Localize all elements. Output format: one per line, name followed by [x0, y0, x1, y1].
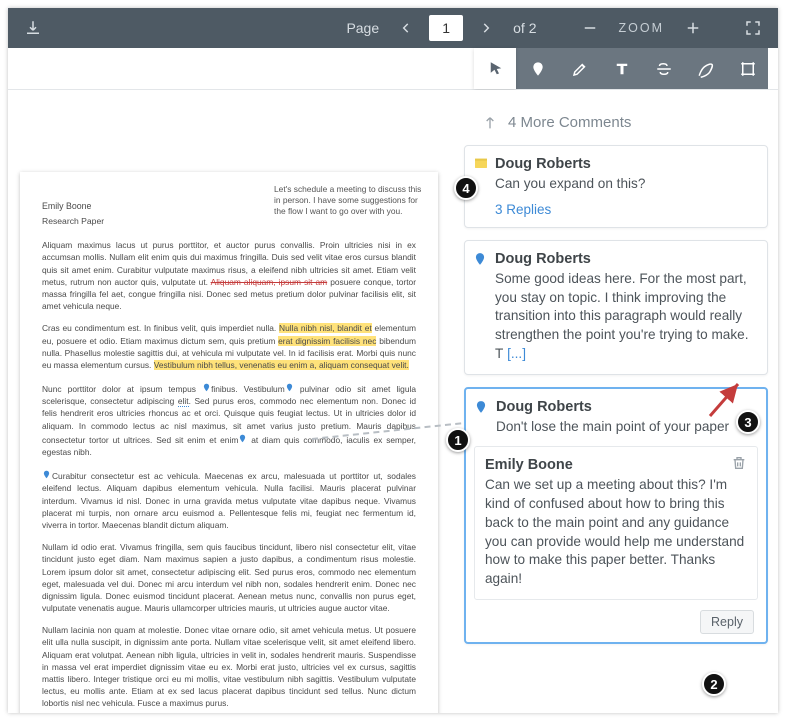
paragraph: Nunc porttitor dolor at ipsum tempus fin… — [42, 381, 416, 458]
callout-marker: 1 — [446, 428, 470, 452]
note-icon — [473, 156, 489, 172]
underlined-text: elit — [178, 396, 189, 407]
pin-icon — [474, 399, 490, 415]
margin-note: Let's schedule a meeting to discuss this… — [274, 184, 424, 217]
document-page[interactable]: Let's schedule a meeting to discuss this… — [20, 172, 438, 713]
callout-marker: 4 — [454, 176, 478, 200]
highlighted-text: erat dignissim facilisis nec — [278, 336, 376, 346]
paragraph: Nullam id odio erat. Vivamus fringilla, … — [42, 541, 416, 614]
comment-card-active[interactable]: Doug Roberts Don't lose the main point o… — [464, 387, 768, 644]
expand-link[interactable]: [...] — [503, 346, 526, 361]
comment-card[interactable]: Doug Roberts Can you expand on this? 3 R… — [464, 145, 768, 228]
pin-icon — [238, 433, 247, 447]
pin-tool-icon[interactable] — [516, 48, 558, 89]
paragraph: Curabitur consectetur est ac vehicula. M… — [42, 468, 416, 531]
callout-marker: 2 — [702, 672, 726, 696]
zoom-in-icon[interactable] — [676, 13, 710, 43]
zoom-label: ZOOM — [613, 21, 671, 35]
main-toolbar: Page of 2 ZOOM — [8, 8, 778, 48]
page-label: Page — [342, 20, 383, 36]
callout-marker: 3 — [736, 410, 760, 434]
page-input[interactable] — [429, 15, 463, 41]
strike-tool-icon[interactable] — [642, 48, 684, 89]
text-tool-icon[interactable] — [600, 48, 642, 89]
pin-icon — [202, 382, 211, 396]
area-tool-icon[interactable] — [726, 48, 768, 89]
pointer-tool-icon[interactable] — [474, 48, 516, 89]
comment-body: Some good ideas here. For the most part,… — [495, 270, 755, 364]
reply-author: Emily Boone — [485, 457, 747, 473]
highlighted-text: Vestibulum nibh tellus, venenatis eu eni… — [154, 360, 409, 370]
comment-card[interactable]: Doug Roberts Some good ideas here. For t… — [464, 240, 768, 375]
pin-icon — [473, 251, 489, 267]
zoom-out-icon[interactable] — [573, 13, 607, 43]
next-page-icon[interactable] — [469, 13, 503, 43]
reply-body: Can we set up a meeting about this? I'm … — [485, 476, 747, 589]
comment-author: Doug Roberts — [495, 156, 755, 172]
pin-icon — [285, 382, 294, 396]
highlight-tool-icon[interactable] — [558, 48, 600, 89]
comment-body: Can you expand on this? — [495, 175, 755, 194]
strikethrough-text: Aliquam aliquam, ipsum sit am — [211, 277, 328, 287]
trash-icon[interactable] — [731, 455, 749, 473]
comment-replies-link[interactable]: 3 Replies — [495, 202, 755, 217]
paragraph: Aliquam maximus lacus ut purus porttitor… — [42, 239, 416, 312]
highlighted-text: Nulla nibh nisl, blandit et — [279, 323, 372, 333]
pin-icon — [42, 469, 51, 483]
prev-page-icon[interactable] — [389, 13, 423, 43]
annotation-toolbar — [8, 48, 778, 90]
more-comments-link[interactable]: 4 More Comments — [482, 114, 764, 131]
download-icon[interactable] — [16, 13, 50, 43]
reply-button[interactable]: Reply — [700, 610, 754, 634]
draw-tool-icon[interactable] — [684, 48, 726, 89]
comment-author: Doug Roberts — [495, 251, 755, 267]
reply-card: Emily Boone Can we set up a meeting abou… — [474, 446, 758, 600]
paragraph: Nullam lacinia non quam at molestie. Don… — [42, 624, 416, 709]
fullscreen-icon[interactable] — [736, 13, 770, 43]
page-total: of 2 — [509, 20, 540, 36]
paragraph: Cras eu condimentum est. In finibus veli… — [42, 322, 416, 371]
comment-body: Don't lose the main point of your paper — [496, 418, 754, 437]
